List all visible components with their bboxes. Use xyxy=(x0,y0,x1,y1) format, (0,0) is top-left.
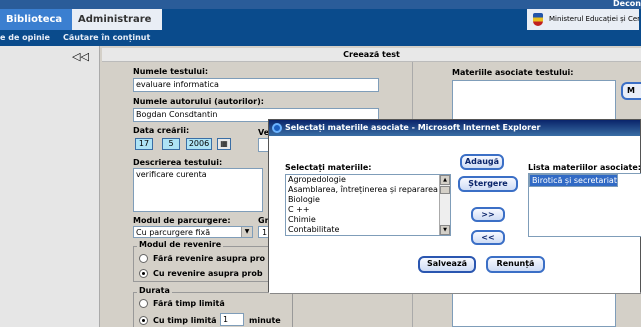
subject-item[interactable]: C ++ xyxy=(286,205,450,215)
mode-select-value: Cu parcurgere fixă xyxy=(136,228,211,237)
ministry-text: Ministerul Educației și Cerc xyxy=(549,15,639,23)
chevron-down-icon: ▼ xyxy=(241,227,252,237)
save-button[interactable]: Salvează xyxy=(418,256,476,273)
ministry-label: Ministerul Educației și Cerc xyxy=(527,9,639,30)
return-mode-legend: Modul de revenire xyxy=(137,240,224,249)
associated-subjects-list[interactable] xyxy=(452,80,616,120)
dialog-body: Selectați materiile: Agropedologie Asamb… xyxy=(269,136,641,293)
description-textarea[interactable]: verificare curenta xyxy=(133,168,263,212)
top-bar: Decon Biblioteca Administrare Ministerul… xyxy=(0,0,641,30)
subject-item[interactable]: Biologie xyxy=(286,195,450,205)
test-name-label: Numele testului: xyxy=(133,67,209,76)
time-unit-label: minute xyxy=(249,316,281,325)
subject-item[interactable]: Asamblarea, întreținerea și repararea xyxy=(286,185,450,195)
subnav-item-opinie[interactable]: e de opinie xyxy=(0,30,50,46)
group-label: Gr xyxy=(258,216,269,225)
subject-item[interactable]: Agropedologie xyxy=(286,175,450,185)
no-time-limit-label: Fără timp limită xyxy=(153,299,225,308)
associated-list-label: Lista materiilor asociate: xyxy=(528,163,641,172)
duration-legend: Durata xyxy=(137,286,172,295)
return-allowed-radio[interactable] xyxy=(139,269,148,278)
top-strip xyxy=(0,0,641,9)
date-day-field[interactable]: 17 xyxy=(135,138,153,150)
coat-of-arms-icon xyxy=(533,13,543,26)
mode-select[interactable]: Cu parcurgere fixă ▼ xyxy=(133,226,253,238)
delete-button[interactable]: Ștergere xyxy=(458,176,518,192)
tab-biblioteca[interactable]: Biblioteca xyxy=(0,9,72,30)
dialog-title: Selectați materiile asociate - Microsoft… xyxy=(285,123,541,132)
select-subjects-label: Selectați materiile: xyxy=(285,163,372,172)
date-year-field[interactable]: 2006 xyxy=(186,138,212,150)
scroll-down-icon[interactable]: ▼ xyxy=(440,225,450,235)
associated-subjects-dialog-list[interactable]: Birotică și secretariat xyxy=(528,173,641,237)
return-allowed-label: Cu revenire asupra prob xyxy=(153,269,263,278)
section-title: Creează test xyxy=(102,48,641,62)
mode-label: Modul de parcurgere: xyxy=(133,216,231,225)
dialog-title-bar[interactable]: Selectați materiile asociate - Microsoft… xyxy=(269,120,640,136)
date-label: Data creării: xyxy=(133,126,190,135)
author-label: Numele autorului (autorilor): xyxy=(133,97,264,106)
sub-navigation: e de opinie Căutare în conținut xyxy=(0,30,641,46)
move-right-button[interactable]: >> xyxy=(471,207,505,222)
time-limit-input[interactable]: 1 xyxy=(220,313,244,326)
cancel-button[interactable]: Renunță xyxy=(486,256,545,273)
test-name-input[interactable]: evaluare informatica xyxy=(133,78,379,92)
subject-item[interactable]: Contabilitate xyxy=(286,225,450,235)
date-month-field[interactable]: 5 xyxy=(162,138,180,150)
tab-administrare[interactable]: Administrare xyxy=(72,9,162,30)
calendar-icon[interactable]: ▦ xyxy=(217,138,231,150)
no-time-limit-radio[interactable] xyxy=(139,299,148,308)
move-left-button[interactable]: << xyxy=(471,230,505,245)
manage-subjects-button[interactable]: M xyxy=(621,82,641,100)
associated-subjects-label: Materiile asociate testului: xyxy=(452,68,574,77)
associated-subject-item[interactable]: Birotică și secretariat xyxy=(529,174,618,187)
time-limit-radio[interactable] xyxy=(139,316,148,325)
scroll-thumb[interactable] xyxy=(440,186,450,194)
add-button[interactable]: Adaugă xyxy=(460,154,504,170)
return-none-label: Fără revenire asupra pro xyxy=(153,254,266,263)
subject-item[interactable]: Chimie xyxy=(286,215,450,225)
corner-text: Decon xyxy=(613,0,641,8)
select-subjects-dialog: Selectați materiile asociate - Microsoft… xyxy=(268,119,641,293)
available-subjects-list[interactable]: Agropedologie Asamblarea, întreținerea ș… xyxy=(285,174,451,236)
time-limit-label: Cu timp limită xyxy=(153,316,217,325)
list-scrollbar[interactable]: ▲ ▼ xyxy=(439,175,450,235)
return-none-radio[interactable] xyxy=(139,254,148,263)
subnav-item-cautare[interactable]: Căutare în conținut xyxy=(63,30,150,46)
description-label: Descrierea testului: xyxy=(133,158,223,167)
internet-explorer-icon xyxy=(272,123,282,133)
scroll-up-icon[interactable]: ▲ xyxy=(440,175,450,185)
collapse-panel-icon[interactable]: ◁◁ xyxy=(72,50,89,63)
secondary-list[interactable] xyxy=(452,292,616,327)
left-panel xyxy=(0,46,100,327)
